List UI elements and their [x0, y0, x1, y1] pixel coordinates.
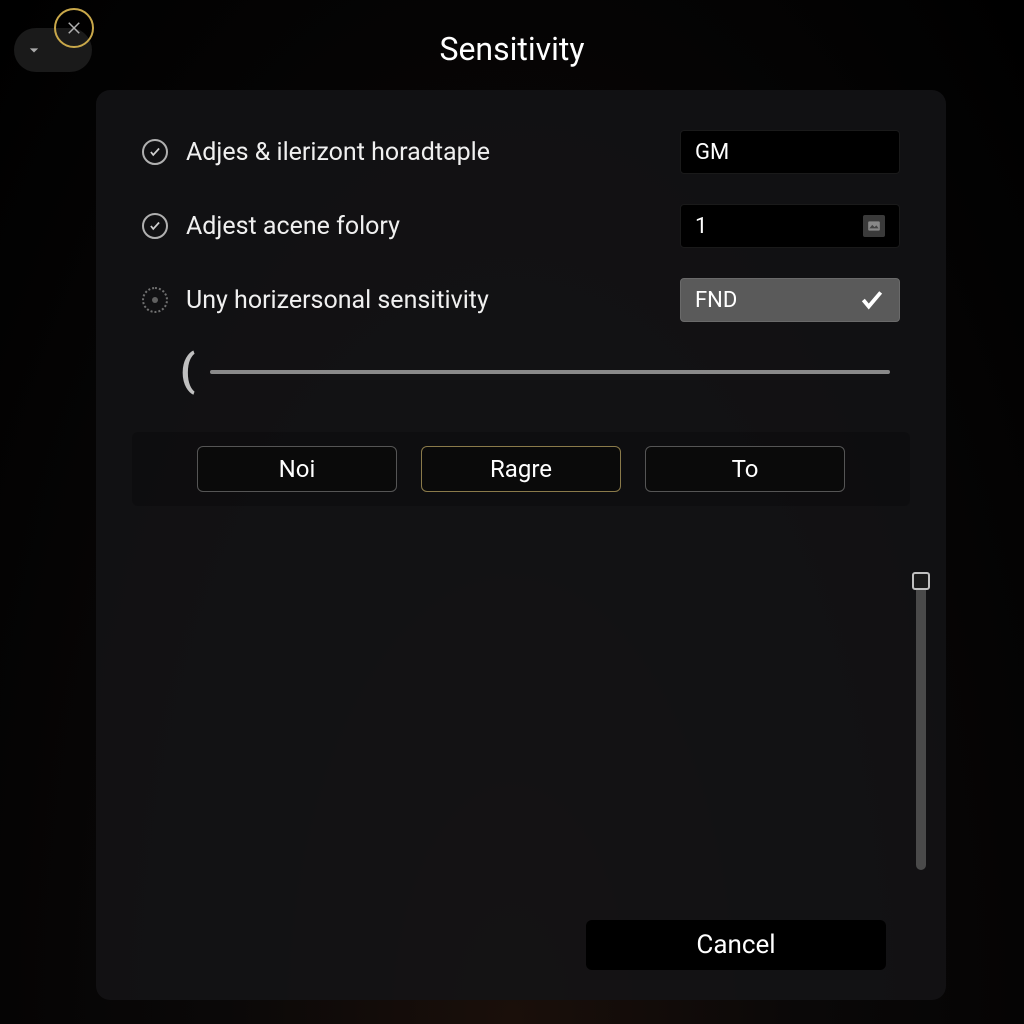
option-row-2: Adjest acene folory 1 [142, 204, 900, 248]
preset-button-ragre-label: Ragre [490, 455, 552, 483]
value-text-2: 1 [695, 214, 707, 239]
checkbox-option-1[interactable] [142, 139, 168, 165]
value-text-3: FND [695, 288, 737, 313]
preset-button-ragre[interactable]: Ragre [421, 446, 621, 492]
option-label-2: Adjest acene folory [186, 212, 680, 241]
stepper-icon[interactable] [863, 215, 885, 237]
option-label-3: Uny horizersonal sensitivity [186, 286, 680, 315]
check-icon [148, 219, 162, 233]
option-label-1: Adjes & ilerizont horadtaple [186, 138, 680, 167]
cancel-button[interactable]: Cancel [586, 920, 886, 970]
image-icon [867, 219, 881, 233]
close-icon [65, 19, 83, 37]
check-icon [859, 287, 885, 313]
preset-button-row: Noi Ragre To [132, 432, 910, 506]
toggle-field-3[interactable]: FND [680, 278, 900, 322]
sensitivity-slider[interactable]: ( [180, 352, 900, 392]
option-row-3: Uny horizersonal sensitivity FND [142, 278, 900, 322]
value-field-2[interactable]: 1 [680, 204, 900, 248]
check-icon [148, 145, 162, 159]
value-text-1: GM [695, 140, 729, 165]
scrollbar-thumb[interactable] [912, 572, 930, 590]
preset-button-to-label: To [732, 455, 759, 483]
preset-button-to[interactable]: To [645, 446, 845, 492]
cancel-button-label: Cancel [696, 930, 775, 960]
radio-option-3[interactable] [142, 287, 168, 313]
close-button[interactable] [54, 8, 94, 48]
slider-track [210, 370, 890, 374]
option-row-1: Adjes & ilerizont horadtaple GM [142, 130, 900, 174]
preset-button-noi-label: Noi [279, 455, 316, 483]
checkbox-option-2[interactable] [142, 213, 168, 239]
chevron-down-icon [24, 40, 44, 60]
preset-button-noi[interactable]: Noi [197, 446, 397, 492]
value-field-1[interactable]: GM [680, 130, 900, 174]
page-title: Sensitivity [0, 30, 1024, 68]
vertical-scrollbar[interactable] [916, 580, 926, 870]
settings-panel: Adjes & ilerizont horadtaple GM Adjest a… [96, 90, 946, 1000]
slider-thumb[interactable]: ( [180, 352, 195, 388]
